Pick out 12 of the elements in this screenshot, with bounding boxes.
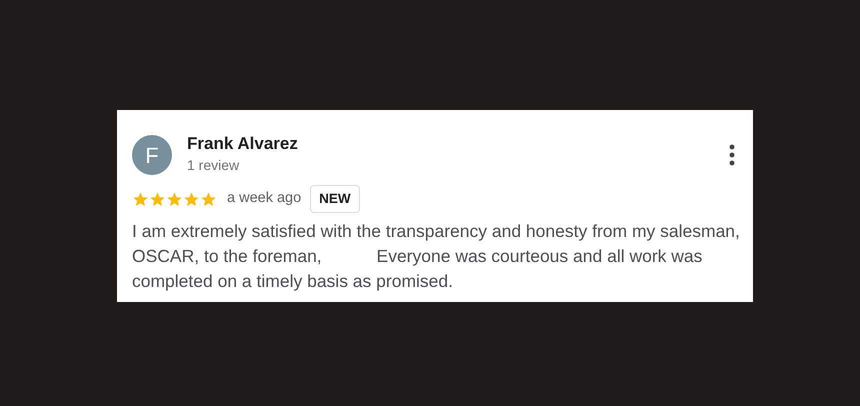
more-options-icon[interactable] [729,144,735,166]
author-name[interactable]: Frank Alvarez [187,134,298,154]
avatar: F [132,135,172,175]
star-icon [183,190,200,208]
star-icon [149,190,166,208]
star-icon [166,190,183,208]
review-time: a week ago [227,189,302,208]
star-icon [200,190,217,208]
star-icon [132,190,149,208]
review-count: 1 review [187,156,240,175]
new-badge: NEW [310,185,360,214]
review-text: I am extremely satisfied with the transparency and honesty from my salesman, OSCAR, to the foreman, Everyone was courteous and all work was completed on a timely basis as promised. [132,220,741,294]
